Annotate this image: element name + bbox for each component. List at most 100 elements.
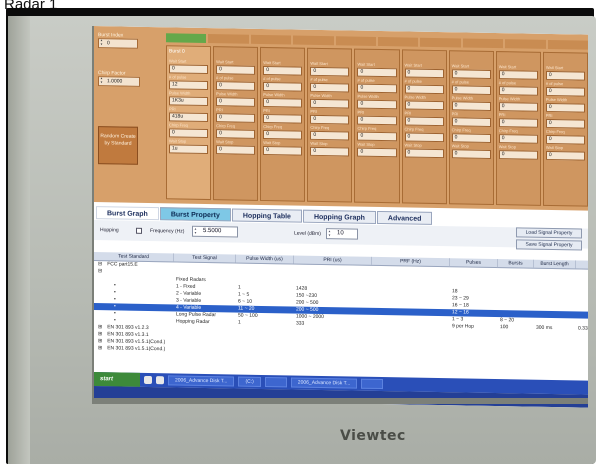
quick-launch-icon[interactable] bbox=[144, 375, 152, 385]
burst-field-input[interactable]: 0 bbox=[263, 81, 303, 92]
test-standard-table: Test Standard Test Signal Pulse Width (us)… bbox=[94, 252, 588, 381]
burst-field-input[interactable]: 1K3u bbox=[169, 96, 209, 107]
burst-field-input[interactable]: 0 bbox=[498, 70, 538, 80]
column-header[interactable]: Test Standard bbox=[94, 252, 174, 262]
burst-field-input[interactable]: 1u bbox=[169, 144, 209, 155]
burst-field-input[interactable]: 0 bbox=[216, 65, 256, 75]
burst-column-header[interactable] bbox=[250, 34, 292, 45]
burst-field-input[interactable]: 0 bbox=[404, 68, 444, 79]
tab-burst-property[interactable]: Burst Property bbox=[159, 207, 231, 222]
burst-field-input[interactable]: 0 bbox=[498, 86, 538, 96]
tab-advanced[interactable]: Advanced bbox=[376, 210, 433, 225]
burst-field-input[interactable]: 0 bbox=[357, 67, 397, 78]
burst-field-input[interactable]: 0 bbox=[451, 149, 491, 159]
burst-field-input[interactable]: 0 bbox=[169, 64, 209, 75]
burst-field-input[interactable]: 0 bbox=[545, 102, 585, 113]
burst-field-input[interactable]: 0 bbox=[498, 134, 538, 144]
burst-field-input[interactable]: 12 bbox=[169, 80, 209, 91]
hopping-checkbox[interactable] bbox=[136, 227, 142, 234]
burst-field-input[interactable]: 0 bbox=[357, 99, 397, 110]
chirp-factor-input[interactable]: 1.0000 bbox=[98, 76, 140, 87]
column-header[interactable]: Test Signal bbox=[174, 253, 236, 263]
burst-field-input[interactable]: 0 bbox=[451, 101, 491, 111]
burst-field-input[interactable]: 0 bbox=[216, 145, 256, 155]
burst-field-input[interactable]: 0 bbox=[216, 129, 256, 139]
burst-field-input[interactable]: 0 bbox=[216, 97, 256, 107]
frequency-input[interactable]: 5.5000 bbox=[192, 225, 238, 238]
burst-field-input[interactable]: 0 bbox=[451, 85, 491, 95]
burst-field-input[interactable]: 0 bbox=[310, 66, 350, 77]
burst-field-input[interactable]: 0 bbox=[263, 129, 303, 140]
random-create-button[interactable]: Random Create by Standard bbox=[98, 126, 138, 165]
table-cell bbox=[450, 351, 498, 359]
burst-field-input[interactable]: 0 bbox=[310, 82, 350, 93]
burst-field-input[interactable]: 0 bbox=[357, 83, 397, 94]
taskbar-task-button[interactable] bbox=[361, 378, 384, 390]
burst-field-input[interactable]: 418u bbox=[169, 112, 209, 123]
column-header[interactable]: Pulses bbox=[450, 258, 498, 268]
burst-field-input[interactable]: 0 bbox=[498, 118, 538, 128]
save-signal-property-button[interactable]: Save Signal Property bbox=[516, 239, 582, 251]
level-input[interactable]: 10 bbox=[326, 228, 358, 240]
taskbar-task-button[interactable]: 2006_Advance Disk T... bbox=[290, 377, 358, 389]
taskbar-task-button[interactable]: (C:) bbox=[238, 376, 261, 387]
burst-field-input[interactable]: 0 bbox=[263, 97, 303, 108]
tab-hopping-table[interactable]: Hopping Table bbox=[231, 208, 302, 223]
column-header[interactable]: Pulse Width (us) bbox=[236, 254, 294, 264]
burst-column-header[interactable] bbox=[208, 34, 249, 44]
burst-field-input[interactable]: 0 bbox=[498, 102, 538, 112]
burst-field-input[interactable]: 0 bbox=[169, 128, 209, 139]
taskbar-task-button[interactable]: 2006_Advance Disk T... bbox=[168, 375, 235, 387]
burst-column-header[interactable] bbox=[547, 39, 588, 50]
quick-launch-icon[interactable] bbox=[156, 376, 164, 385]
burst-column-header[interactable] bbox=[166, 33, 207, 43]
tree-toggle-icon[interactable]: ⊞ bbox=[96, 345, 105, 352]
burst-field-input[interactable]: 0 bbox=[216, 81, 256, 91]
burst-column: Wait Start 0 # of pulse 0 Pulse Width 0 PRI 0 Ch… bbox=[213, 46, 259, 201]
burst-field-input[interactable]: 0 bbox=[404, 100, 444, 111]
column-header[interactable]: PRF (Hz) bbox=[372, 256, 450, 267]
burst-field-input[interactable]: 0 bbox=[498, 150, 538, 160]
burst-field-input[interactable]: 0 bbox=[357, 147, 397, 158]
burst-field-input[interactable]: 0 bbox=[357, 115, 397, 126]
burst-field-input[interactable]: 0 bbox=[545, 118, 585, 129]
column-header[interactable] bbox=[576, 260, 588, 269]
burst-field-input[interactable]: 0 bbox=[545, 150, 585, 161]
burst-field-input[interactable]: 0 bbox=[357, 131, 397, 142]
burst-field-input[interactable]: 0 bbox=[451, 133, 491, 143]
burst-field-input[interactable]: 0 bbox=[545, 70, 585, 81]
burst-field-input[interactable]: 0 bbox=[404, 148, 444, 159]
start-button[interactable]: start bbox=[94, 372, 140, 387]
burst-field-input[interactable]: 0 bbox=[263, 65, 303, 76]
load-signal-property-button[interactable]: Load Signal Property bbox=[516, 227, 582, 239]
burst-column-header[interactable] bbox=[462, 38, 504, 49]
burst-field-input[interactable]: 0 bbox=[545, 86, 585, 97]
burst-column-header[interactable] bbox=[293, 35, 334, 46]
burst-field-input[interactable]: 0 bbox=[310, 130, 350, 141]
burst-field-input[interactable]: 0 bbox=[263, 145, 303, 156]
burst-field-input[interactable]: 0 bbox=[404, 116, 444, 127]
burst-field-input[interactable]: 0 bbox=[310, 146, 350, 157]
burst-field-input[interactable]: 0 bbox=[404, 132, 444, 143]
burst-field-input[interactable]: 0 bbox=[216, 113, 256, 123]
burst-column-header[interactable] bbox=[505, 39, 546, 49]
burst-column-header[interactable] bbox=[420, 37, 461, 48]
burst-column-header[interactable] bbox=[378, 36, 419, 47]
tab-hopping-graph[interactable]: Hopping Graph bbox=[302, 209, 376, 224]
burst-field-input[interactable]: 0 bbox=[310, 98, 350, 109]
taskbar-task-button[interactable] bbox=[264, 377, 287, 388]
column-header[interactable]: Bursts bbox=[498, 259, 534, 268]
burst-field-input[interactable]: 0 bbox=[263, 113, 303, 124]
burst-field-input[interactable]: 0 bbox=[545, 134, 585, 145]
column-header[interactable]: PRI (us) bbox=[294, 255, 372, 265]
burst-field-input[interactable]: 0 bbox=[451, 117, 491, 127]
column-header[interactable]: Burst Length bbox=[534, 259, 576, 269]
burst-index-input[interactable]: 0 bbox=[98, 38, 138, 49]
burst-title: Burst 0 bbox=[169, 48, 185, 55]
tab-burst-graph[interactable]: Burst Graph bbox=[96, 206, 159, 221]
burst-column: Wait Start 0 # of pulse 0 Pulse Width 0 PRI 0 Ch… bbox=[401, 49, 447, 205]
burst-field-input[interactable]: 0 bbox=[404, 84, 444, 95]
burst-field-input[interactable]: 0 bbox=[310, 114, 350, 125]
burst-field-input[interactable]: 0 bbox=[451, 69, 491, 79]
burst-column-header[interactable] bbox=[335, 36, 377, 46]
